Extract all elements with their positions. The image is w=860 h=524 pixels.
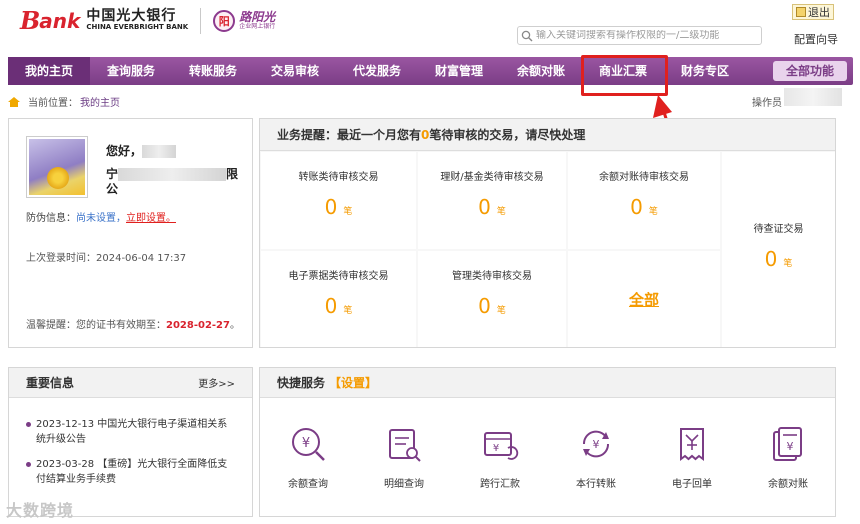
cell-value[interactable]: 0	[630, 195, 643, 219]
quick-label: 明细查询	[384, 479, 424, 490]
last-login-time: 2024-06-04 17:37	[96, 253, 187, 264]
company-redacted	[118, 168, 227, 181]
quick-label: 电子回单	[672, 479, 712, 490]
pending-cell-all[interactable]: 全部	[568, 251, 720, 347]
cell-value[interactable]: 0	[478, 195, 491, 219]
cell-value[interactable]: 0	[325, 294, 338, 318]
quick-label: 本行转账	[576, 479, 616, 490]
cell-unit: 笔	[496, 207, 506, 217]
quick-label: 跨行汇款	[480, 479, 520, 490]
cell-label: 理财/基金类待审核交易	[440, 172, 544, 183]
quick-item-interbank-transfer[interactable]: ¥ 跨行汇款	[460, 424, 540, 490]
company-line2: 公	[106, 182, 119, 196]
cell-label: 管理类待审核交易	[452, 271, 532, 282]
watermark: 大数跨境	[6, 501, 75, 520]
cert-end: 。	[229, 320, 240, 331]
pending-cell-reconcile[interactable]: 余额对账待审核交易 0笔	[568, 152, 720, 249]
user-name-redacted	[142, 145, 177, 158]
pending-cell-wealth[interactable]: 理财/基金类待审核交易 0笔	[418, 152, 566, 249]
cell-unit: 笔	[648, 207, 658, 217]
company-start: 宁	[106, 167, 119, 181]
cell-unit: 笔	[496, 306, 506, 316]
balance-reconcile-icon: ¥	[773, 427, 802, 461]
cell-unit: 笔	[343, 306, 353, 316]
cert-label: 温馨提醒：您的证书有效期至：	[26, 320, 166, 331]
balance-query-icon: ¥	[292, 428, 325, 461]
user-info-card: 您好， 宁 限 公 防伪信息：尚未设置，立即设置。 上次登录时间：2024-06-…	[8, 118, 253, 348]
cell-label: 待查证交易	[753, 224, 804, 235]
cell-label: 转账类待审核交易	[298, 172, 379, 183]
pending-cell-verify[interactable]: 待查证交易 0笔	[722, 152, 835, 347]
breadcrumb-prefix: 当前位置：	[28, 98, 78, 109]
pending-all-link[interactable]: 全部	[629, 289, 659, 310]
quick-services-card: 快捷服务 【设置】 ¥ 余额查询 明细查询 ¥ 跨行汇款 ¥ 本行转账 电子回单…	[259, 367, 836, 517]
breadcrumb-current[interactable]: 我的主页	[80, 94, 120, 109]
svg-text:¥: ¥	[593, 438, 600, 451]
company-end: 限	[226, 167, 239, 181]
operator-name-redacted	[784, 88, 842, 106]
cert-reminder: 温馨提醒：您的证书有效期至：2028-02-27。	[26, 316, 240, 331]
quick-label: 余额查询	[288, 479, 328, 490]
quick-title: 快捷服务	[277, 376, 326, 390]
news-item[interactable]: 2023-12-13 中国光大银行电子渠道相关系统升级公告	[26, 417, 231, 447]
avatar[interactable]	[26, 136, 88, 198]
cell-unit: 笔	[783, 259, 793, 269]
quick-settings-link[interactable]: 【设置】	[329, 374, 377, 391]
cell-label: 电子票据类待审核交易	[288, 271, 389, 282]
news-more-link[interactable]: 更多>>	[198, 375, 235, 390]
quick-item-balance-query[interactable]: ¥ 余额查询	[268, 424, 348, 490]
quick-item-intrabank-transfer[interactable]: ¥ 本行转账	[556, 424, 636, 490]
quick-header: 快捷服务 【设置】	[260, 368, 835, 398]
cell-unit: 笔	[343, 207, 353, 217]
cert-date: 2028-02-27	[166, 320, 230, 331]
pending-transactions-card: 业务提醒：最近一个月您有0笔待审核的交易，请尽快处理 转账类待审核交易 0笔 理…	[259, 118, 836, 348]
quick-label: 余额对账	[768, 479, 808, 490]
greeting-text: 您好，	[106, 144, 143, 158]
home-icon[interactable]	[8, 96, 20, 107]
svg-text:¥: ¥	[787, 440, 794, 453]
cell-value[interactable]: 0	[325, 195, 338, 219]
news-header: 重要信息 更多>>	[9, 368, 252, 398]
company-name: 宁 限 公	[106, 167, 246, 197]
quick-item-e-receipt[interactable]: 电子回单	[652, 424, 732, 490]
pending-title-post: 笔待审核的交易，请尽快处理	[429, 128, 586, 142]
defense-label: 防伪信息：	[26, 213, 76, 224]
cell-value[interactable]: 0	[478, 294, 491, 318]
news-title: 重要信息	[26, 376, 75, 390]
defense-status: 尚未设置，	[76, 213, 126, 224]
pending-cell-transfer[interactable]: 转账类待审核交易 0笔	[261, 152, 416, 249]
pending-cell-ebill[interactable]: 电子票据类待审核交易 0笔	[261, 251, 416, 347]
last-login: 上次登录时间：2024-06-04 17:37	[26, 249, 186, 264]
e-receipt-icon	[680, 428, 704, 461]
quick-item-balance-reconcile[interactable]: ¥ 余额对账	[748, 424, 828, 490]
anti-fraud-info: 防伪信息：尚未设置，立即设置。	[26, 209, 176, 224]
defense-set-link[interactable]: 立即设置。	[126, 213, 176, 224]
quick-item-detail-query[interactable]: 明细查询	[364, 424, 444, 490]
cell-value[interactable]: 0	[765, 247, 778, 271]
breadcrumb: 当前位置： 我的主页	[8, 94, 120, 109]
pending-title: 业务提醒：最近一个月您有0笔待审核的交易，请尽快处理	[260, 119, 835, 151]
important-info-card: 重要信息 更多>> 2023-12-13 中国光大银行电子渠道相关系统升级公告 …	[8, 367, 253, 517]
last-login-label: 上次登录时间：	[26, 253, 96, 264]
svg-text:¥: ¥	[302, 436, 310, 451]
svg-text:¥: ¥	[493, 443, 499, 454]
pending-cell-management[interactable]: 管理类待审核交易 0笔	[418, 251, 566, 347]
news-item[interactable]: 2023-03-28 【重磅】光大银行全面降低支付结算业务手续费	[26, 457, 231, 487]
greeting: 您好，	[106, 142, 177, 159]
detail-query-icon	[389, 429, 421, 462]
operator-label: 操作员	[752, 98, 782, 109]
interbank-transfer-icon: ¥	[484, 432, 519, 460]
cell-label: 余额对账待审核交易	[599, 172, 689, 183]
pending-title-pre: 业务提醒：最近一个月您有	[277, 128, 422, 142]
intrabank-transfer-icon: ¥	[582, 430, 610, 458]
